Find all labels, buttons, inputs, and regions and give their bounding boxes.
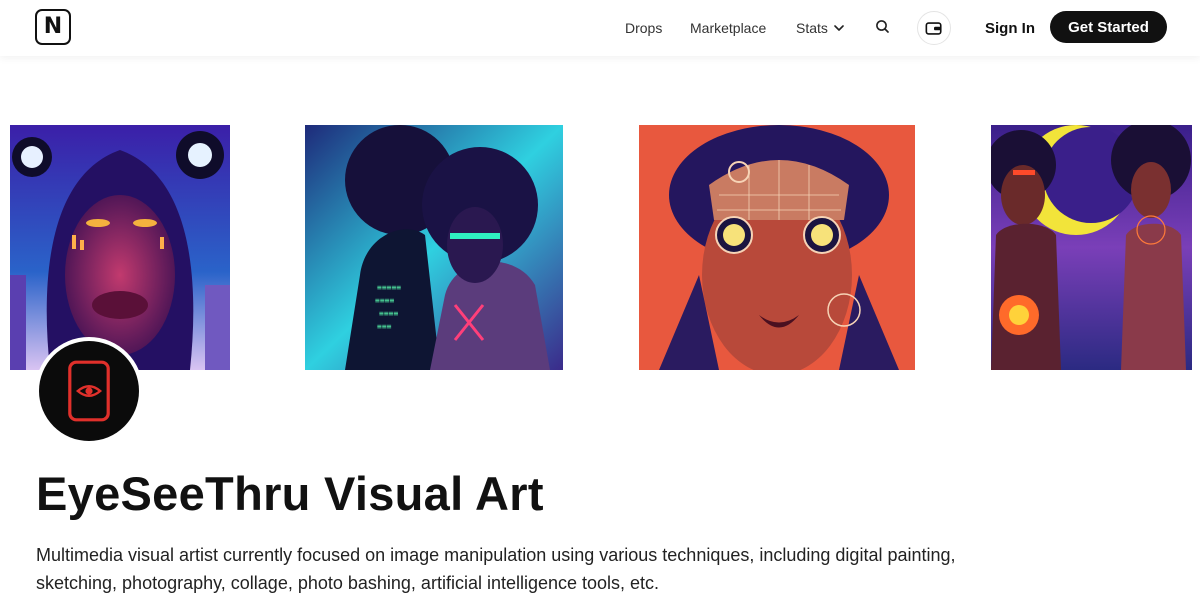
artwork-image-4[interactable]: [991, 125, 1192, 370]
svg-text:≡≡≡: ≡≡≡: [377, 322, 392, 331]
hooded-figure-artwork: [10, 125, 230, 370]
eye-phone-icon: [68, 360, 110, 422]
svg-text:≡≡≡≡: ≡≡≡≡: [375, 296, 394, 305]
top-nav-bar: N Drops Marketplace Stats Sign In Get St…: [0, 0, 1200, 56]
get-started-button[interactable]: Get Started: [1050, 11, 1167, 43]
logo-letter: N: [43, 14, 63, 39]
nav-stats-label: Stats: [796, 20, 828, 36]
artwork-image-1[interactable]: [10, 125, 230, 370]
two-figures-artwork: ≡≡≡≡≡ ≡≡≡≡ ≡≡≡≡ ≡≡≡: [305, 125, 563, 370]
search-icon: [876, 20, 889, 33]
svg-text:≡≡≡≡≡: ≡≡≡≡≡: [377, 283, 401, 292]
avatar-background: [39, 341, 139, 441]
artwork-image-3[interactable]: [639, 125, 915, 370]
sign-in-link[interactable]: Sign In: [985, 0, 1035, 56]
chevron-down-icon: [834, 25, 844, 31]
profile-bio: Multimedia visual artist currently focus…: [36, 545, 956, 593]
nav-stats-dropdown[interactable]: Stats: [796, 0, 844, 56]
cyber-face-artwork: [639, 125, 915, 370]
wallet-button[interactable]: [917, 11, 951, 45]
two-women-artwork: [991, 125, 1192, 370]
search-button[interactable]: [873, 17, 893, 37]
nav-marketplace-link[interactable]: Marketplace: [690, 0, 766, 56]
wallet-icon: [925, 21, 942, 35]
nav-drops-link[interactable]: Drops: [625, 0, 662, 56]
profile-avatar[interactable]: [35, 337, 143, 445]
artwork-image-2[interactable]: ≡≡≡≡≡ ≡≡≡≡ ≡≡≡≡ ≡≡≡: [305, 125, 563, 370]
site-logo[interactable]: N: [35, 9, 71, 45]
svg-text:≡≡≡≡: ≡≡≡≡: [379, 309, 398, 318]
profile-name: EyeSeeThru Visual Art: [36, 467, 544, 520]
